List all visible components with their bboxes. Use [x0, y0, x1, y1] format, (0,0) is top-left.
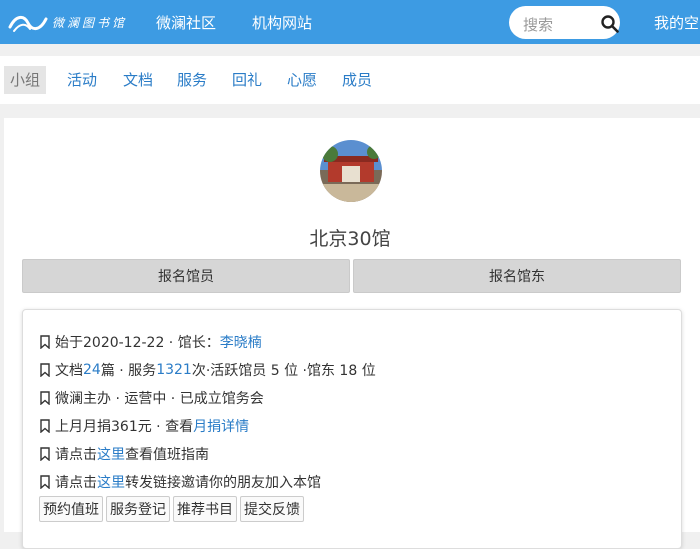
bookmark-icon — [40, 447, 50, 461]
info-line-duty-guide: 请点击 这里 查看值班指南 — [39, 444, 209, 464]
stats-services-label: 篇 · 服务 — [100, 363, 157, 379]
group-title: 北京30馆 — [309, 228, 391, 250]
my-space-link[interactable]: 我的空 — [654, 12, 699, 33]
bookmark-icon — [40, 475, 50, 489]
join-as-sponsor-button[interactable]: 报名馆东 — [353, 259, 681, 293]
bookmark-icon — [40, 335, 50, 349]
founded-text: 始于2020-12-22 · 馆长： — [55, 335, 220, 351]
search-input[interactable]: 搜索 — [523, 14, 553, 35]
donation-text: 上月月捐361元 · 查看 — [55, 419, 194, 435]
tab-gifts[interactable]: 回礼 — [226, 66, 268, 94]
invite-prefix: 请点击 — [55, 475, 97, 491]
services-count-link[interactable]: 1321 — [156, 362, 192, 378]
nav-org-site[interactable]: 机构网站 — [252, 12, 312, 33]
bookmark-icon — [40, 391, 50, 405]
nav-community[interactable]: 微澜社区 — [156, 12, 216, 33]
tab-services[interactable]: 服务 — [171, 66, 213, 94]
submit-feedback-button[interactable]: 提交反馈 — [240, 496, 304, 522]
tab-documents[interactable]: 文档 — [117, 66, 159, 94]
info-line-invite: 请点击 这里 转发链接邀请你的朋友加入本馆 — [39, 472, 321, 492]
group-info-card: 始于2020-12-22 · 馆长： 李晓楠 文档 24 篇 · 服务 1321… — [22, 309, 682, 549]
tab-group[interactable]: 小组 — [4, 66, 47, 94]
bookmark-icon — [40, 363, 50, 377]
info-line-stats: 文档 24 篇 · 服务 1321 次·活跃馆员 5 位 ·馆东 18 位 — [39, 360, 376, 380]
docs-count-link[interactable]: 24 — [83, 362, 101, 378]
site-logo[interactable]: 微澜图书馆 — [8, 8, 127, 36]
bookmark-icon — [40, 419, 50, 433]
group-avatar — [320, 140, 382, 202]
invite-suffix: 转发链接邀请你的朋友加入本馆 — [125, 475, 321, 491]
info-line-donation: 上月月捐361元 · 查看 月捐详情 — [39, 416, 249, 436]
donation-details-link[interactable]: 月捐详情 — [193, 416, 249, 436]
duty-guide-prefix: 请点击 — [55, 447, 97, 463]
wave-logo-icon — [8, 16, 48, 32]
service-register-button[interactable]: 服务登记 — [106, 496, 170, 522]
group-photo-icon — [320, 140, 382, 202]
book-duty-button[interactable]: 预约值班 — [39, 496, 103, 522]
logo-text: 微澜图书馆 — [52, 15, 128, 30]
join-as-volunteer-button[interactable]: 报名馆员 — [22, 259, 350, 293]
info-line-status: 微澜主办 · 运营中 · 已成立馆务会 — [39, 388, 264, 408]
tab-members[interactable]: 成员 — [336, 66, 378, 94]
duty-guide-link[interactable]: 这里 — [97, 444, 125, 464]
invite-link[interactable]: 这里 — [97, 472, 125, 492]
duty-guide-suffix: 查看值班指南 — [125, 447, 209, 463]
tab-activities[interactable]: 活动 — [61, 66, 103, 94]
manager-link[interactable]: 李晓楠 — [220, 332, 262, 352]
stats-docs-label: 文档 — [55, 363, 83, 379]
group-tab-bar: 小组 活动 文档 服务 回礼 心愿 成员 — [0, 56, 700, 104]
tab-wishes[interactable]: 心愿 — [281, 66, 323, 94]
search-box[interactable]: 搜索 — [509, 6, 620, 39]
top-navigation-bar: 微澜图书馆 微澜社区 机构网站 搜索 我的空 — [0, 0, 700, 44]
recommend-books-button[interactable]: 推荐书目 — [173, 496, 237, 522]
stats-members-text: 次·活跃馆员 5 位 ·馆东 18 位 — [191, 363, 376, 379]
status-text: 微澜主办 · 运营中 · 已成立馆务会 — [55, 391, 264, 407]
search-icon[interactable] — [601, 15, 619, 33]
info-line-founded: 始于2020-12-22 · 馆长： 李晓楠 — [39, 332, 262, 352]
